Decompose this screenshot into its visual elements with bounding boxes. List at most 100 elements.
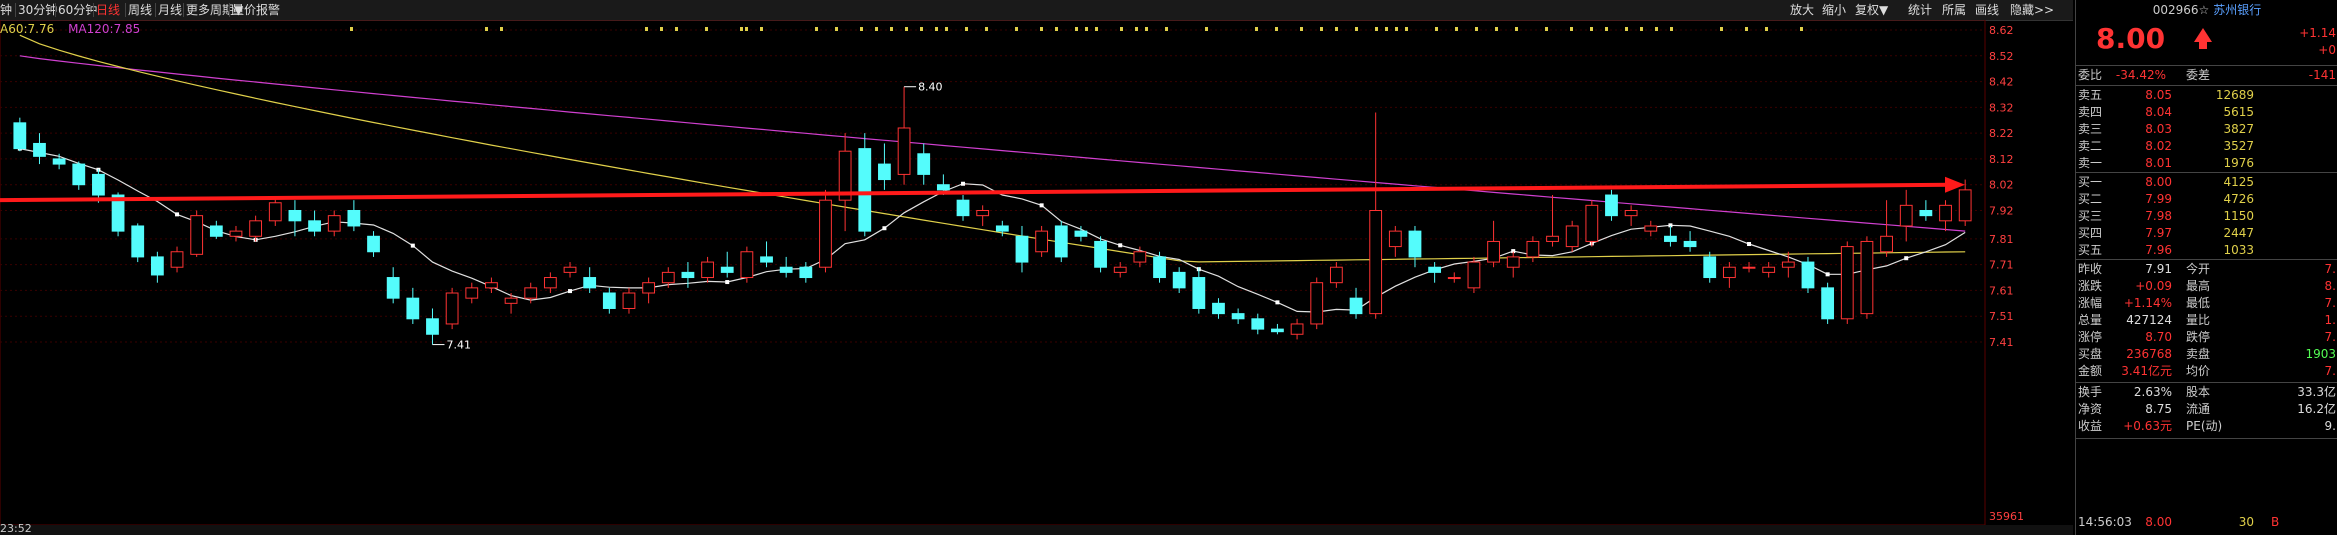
candle-body (1428, 266, 1442, 273)
candle-body (33, 142, 46, 157)
buy-level-row[interactable]: 买二 7.99 4726 (2076, 191, 2337, 208)
toolbar-item[interactable]: 30分钟 (18, 2, 57, 18)
quote-cell: 7.96 (2145, 243, 2172, 257)
event-marker (815, 27, 818, 31)
toolbar-item[interactable]: 60分钟 (58, 2, 97, 18)
toolbar-item[interactable]: 月线 (158, 2, 182, 18)
candle-body (288, 209, 302, 222)
stats-row[interactable]: 涨幅 +1.14% 最低 7. (2076, 295, 2337, 312)
stats2-row[interactable]: 收益 +0.63元 PE(动) 9. (2076, 418, 2337, 435)
buy-level-row[interactable]: 买五 7.96 1033 (2076, 242, 2337, 259)
divider (2076, 382, 2337, 383)
trend-arrow-line (0, 182, 1952, 203)
event-marker (660, 27, 663, 31)
stats2-row[interactable]: 换手 2.63% 股本 33.3亿 (2076, 384, 2337, 401)
ma120-line (19, 55, 1966, 232)
quote-cell: +0.63元 (2123, 419, 2172, 433)
quote-cell: 8.70 (2145, 330, 2172, 344)
candle-body (327, 215, 341, 232)
candle-body (1624, 209, 1638, 217)
quote-cell: 7.97 (2145, 226, 2172, 240)
weibi-row[interactable]: 委比 -34.42% 委差 -141 (2076, 67, 2337, 84)
stats-row[interactable]: 昨收 7.91 今开 7. (2076, 261, 2337, 278)
candle-body (1388, 230, 1402, 248)
sell-level-row[interactable]: 卖三 8.03 3827 (2076, 121, 2337, 138)
ma-legend: A60:7.76 MA120:7.85 (0, 22, 140, 36)
toolbar-item[interactable]: 量价报警 (232, 2, 280, 18)
candle-body (1447, 277, 1461, 280)
event-marker (1055, 27, 1058, 31)
quote-cell: 1903 (2305, 347, 2336, 361)
candle-body (917, 153, 931, 175)
divider (2076, 85, 2337, 86)
quote-cell: 7.91 (2145, 262, 2172, 276)
toolbar-right-item[interactable]: 统计 (1908, 2, 1932, 18)
toolbar-divider (229, 3, 230, 17)
quote-cell: 1976 (2223, 156, 2254, 170)
toolbar-item[interactable]: 周线 (128, 2, 152, 18)
toolbar-item[interactable]: 日线 (96, 2, 120, 18)
quote-cell: 委比 (2078, 68, 2103, 82)
candle-body (485, 282, 498, 289)
quote-cell: PE(动) (2186, 419, 2223, 433)
candle-body (1054, 225, 1068, 258)
buy-level-row[interactable]: 买四 7.97 2447 (2076, 225, 2337, 242)
quote-cell: 流通 (2186, 402, 2211, 416)
sell-level-row[interactable]: 卖四 8.04 5615 (2076, 104, 2337, 121)
stats-row[interactable]: 总量 427124 量比 1. (2076, 312, 2337, 329)
quote-cell: 3527 (2223, 139, 2254, 153)
candle-body (1546, 235, 1559, 242)
event-marker (705, 27, 708, 31)
sell-level-row[interactable]: 卖一 8.01 1976 (2076, 155, 2337, 172)
toolbar-right-item[interactable]: 放大 (1790, 2, 1814, 18)
quote-cell: 股本 (2186, 385, 2211, 399)
event-marker (1205, 27, 1208, 31)
quote-cell: 427124 (2126, 313, 2172, 327)
toolbar-right-item[interactable]: 复权▼ (1855, 2, 1888, 18)
toolbar-right-item[interactable]: 所属 (1942, 2, 1966, 18)
quote-cell: 卖盘 (2186, 347, 2211, 361)
toolbar-divider (55, 3, 56, 17)
quote-cell: 30 (2238, 515, 2254, 529)
candle-body (386, 277, 400, 299)
event-marker (860, 27, 863, 31)
stats-row[interactable]: 涨停 8.70 跌停 7. (2076, 329, 2337, 346)
stats-row[interactable]: 买盘 236768 卖盘 1903 (2076, 346, 2337, 363)
event-marker (1095, 27, 1098, 31)
stats2-row[interactable]: 净资 8.75 流通 16.2亿 (2076, 401, 2337, 418)
toolbar-right-item[interactable]: 画线 (1975, 2, 1999, 18)
candle-body (1015, 235, 1029, 263)
quote-cell: 买二 (2078, 192, 2103, 206)
toolbar-right-item[interactable]: 缩小 (1822, 2, 1846, 18)
candle-body (583, 277, 597, 289)
up-arrow-icon (2194, 28, 2212, 42)
sell-level-row[interactable]: 卖二 8.02 3527 (2076, 138, 2337, 155)
event-marker (985, 27, 988, 31)
buy-level-row[interactable]: 买一 8.00 4125 (2076, 174, 2337, 191)
y-tick-label: 7.92 (1989, 204, 2014, 217)
quote-cell: 8. (2324, 279, 2336, 293)
toolbar-item[interactable]: 钟 (0, 2, 12, 18)
event-marker (745, 27, 748, 31)
event-marker (1765, 27, 1768, 31)
status-time: 23:52 (0, 522, 32, 535)
event-marker (945, 27, 948, 31)
sell-level-row[interactable]: 卖五 8.05 12689 (2076, 87, 2337, 104)
event-marker (1625, 27, 1628, 31)
buy-level-row[interactable]: 买三 7.98 1150 (2076, 208, 2337, 225)
event-marker (1165, 27, 1168, 31)
ma-marker (1747, 242, 1752, 247)
candle-body (72, 163, 86, 186)
candlestick-chart[interactable]: 8.62 8.52 8.42 8.32 8.22 8.12 8.02 7.92 7.81 7.71… (0, 20, 2073, 525)
stats-row[interactable]: 涨跌 +0.09 最高 8. (2076, 278, 2337, 295)
candle-body (209, 225, 223, 237)
quote-cell: 7. (2324, 262, 2336, 276)
toolbar-right-item[interactable]: 隐藏>> (2010, 2, 2054, 18)
stats-row[interactable]: 金额 3.41亿元 均价 7. (2076, 363, 2337, 380)
event-marker (1275, 27, 1278, 31)
tick-row[interactable]: 14:56:03 8.00 30 B (2076, 514, 2337, 531)
event-marker (965, 27, 968, 31)
stock-name[interactable]: 苏州银行 (2213, 3, 2261, 17)
quote-cell: 7. (2324, 364, 2336, 378)
candle-body (602, 292, 616, 309)
